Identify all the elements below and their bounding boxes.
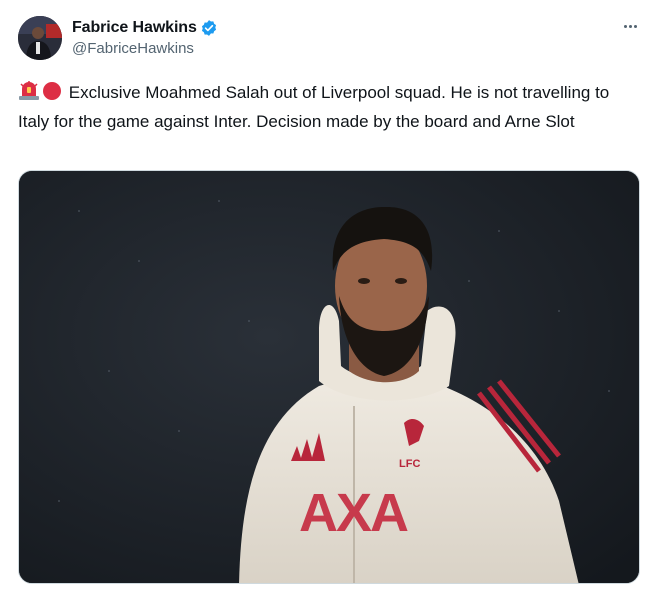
red-circle-emoji (42, 81, 62, 109)
tweet-header: Fabrice Hawkins @FabriceHawkins (18, 16, 638, 64)
police-car-light-emoji (18, 81, 40, 109)
tweet-body: Exclusive Moahmed Salah out of Liverpool… (18, 83, 610, 131)
badge-text: LFC (399, 458, 420, 470)
display-name[interactable]: Fabrice Hawkins (72, 19, 197, 37)
avatar[interactable] (18, 16, 62, 60)
author-identity: Fabrice Hawkins @FabriceHawkins (72, 18, 218, 57)
more-options-icon[interactable] (620, 18, 640, 34)
tweet-card[interactable]: Fabrice Hawkins @FabriceHawkins Exclusiv… (0, 0, 656, 596)
author-handle[interactable]: @FabriceHawkins (72, 40, 218, 57)
jersey-sponsor-text: AXA (299, 483, 408, 543)
verified-badge-icon (200, 19, 218, 37)
tweet-text: Exclusive Moahmed Salah out of Liverpool… (18, 80, 640, 135)
tweet-photo[interactable]: LFC AXA (18, 170, 640, 584)
